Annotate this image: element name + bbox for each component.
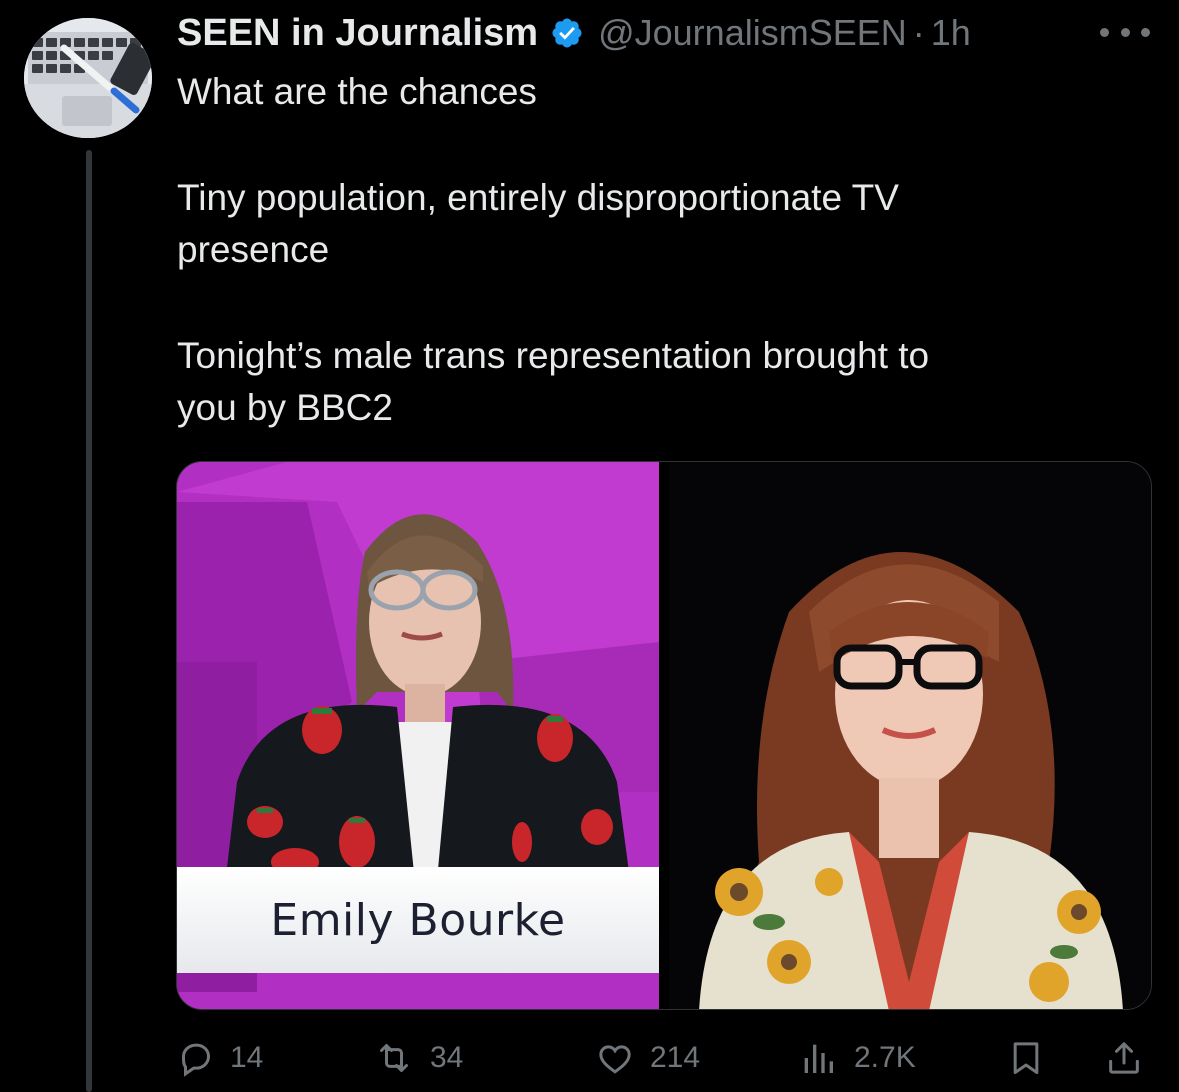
share-upload-icon <box>1109 1042 1139 1074</box>
reply-count: 14 <box>230 1041 264 1074</box>
bookmark-icon <box>1013 1042 1039 1074</box>
tweet-text-line: you by BBC2 <box>177 387 393 428</box>
author-handle[interactable]: @JournalismSEEN <box>598 12 907 54</box>
media-divider <box>659 462 669 1009</box>
tweet-text-line: Tiny population, entirely disproportiona… <box>177 177 899 218</box>
tweet-media-grid: Emily Bourke <box>176 461 1152 1010</box>
more-dot <box>1141 27 1150 37</box>
header-separator: · <box>912 12 925 53</box>
reply-bubble-icon <box>181 1043 211 1077</box>
tweet-text-line: Tonight’s male trans representation brou… <box>177 335 930 376</box>
name-caption-text: Emily Bourke <box>270 894 566 946</box>
heart-icon <box>599 1045 631 1074</box>
like-button[interactable]: 214 <box>594 1030 700 1086</box>
more-dots-icon[interactable] <box>1100 22 1150 42</box>
tweet-header: SEEN in Journalism @JournalismSEEN · 1h <box>177 10 971 56</box>
laptop-keyboard-pen-avatar-icon <box>24 18 152 138</box>
like-count: 214 <box>650 1041 701 1074</box>
tweet-action-bar: 14 34 214 2.7K <box>176 1030 1152 1086</box>
share-button[interactable] <box>1104 1030 1144 1086</box>
views-bar-chart-icon <box>804 1044 833 1073</box>
tweet-text-line: presence <box>177 229 330 270</box>
author-avatar[interactable] <box>24 18 152 138</box>
author-display-name[interactable]: SEEN in Journalism <box>177 12 538 55</box>
reply-button[interactable]: 14 <box>176 1030 263 1086</box>
dark-portrait-illustration <box>669 462 1151 1009</box>
views-count: 2.7K <box>854 1041 916 1074</box>
repost-button[interactable]: 34 <box>372 1030 463 1086</box>
tweet-timestamp[interactable]: 1h <box>931 12 971 54</box>
tweet-text-line: What are the chances <box>177 71 537 112</box>
verified-badge-icon[interactable] <box>550 16 584 50</box>
more-dot <box>1120 27 1130 37</box>
repost-count: 34 <box>430 1041 464 1074</box>
bookmark-button[interactable] <box>1006 1030 1046 1086</box>
thread-connector-line <box>86 150 92 1092</box>
name-caption-bar: Emily Bourke <box>177 867 659 973</box>
views-button[interactable]: 2.7K <box>796 1030 916 1086</box>
repost-arrows-icon <box>380 1044 408 1072</box>
more-dot <box>1100 27 1109 37</box>
media-photo-right[interactable] <box>669 462 1151 1009</box>
media-photo-left[interactable]: Emily Bourke <box>177 462 659 1009</box>
tweet-body: What are the chances Tiny population, en… <box>177 66 1137 434</box>
